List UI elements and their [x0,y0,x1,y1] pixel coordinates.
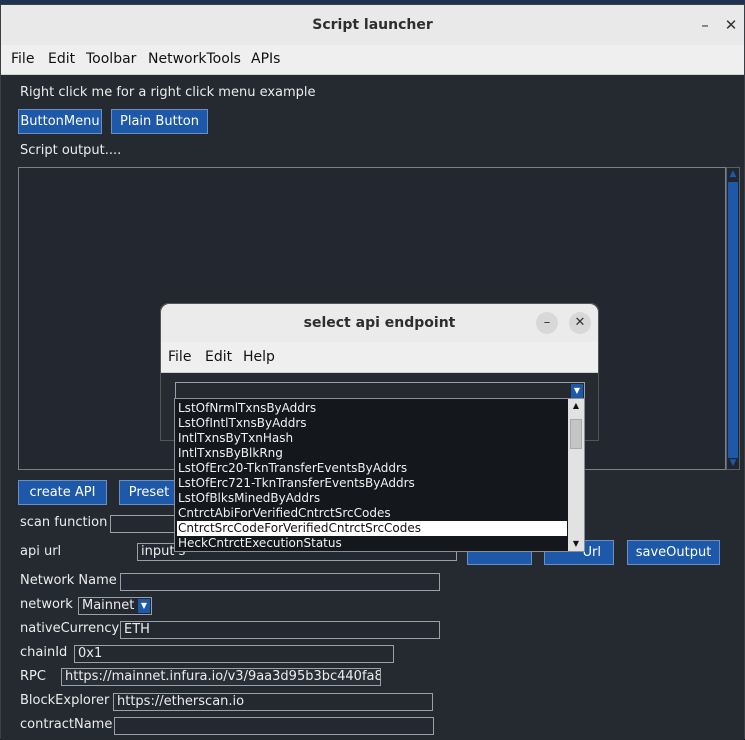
contract-name-label: contractName [20,717,113,732]
rpc-input[interactable]: https://mainnet.infura.io/v3/9aa3d95b3bc… [61,668,381,686]
dialog-minimize-icon[interactable]: – [536,312,558,334]
network-select[interactable]: Mainnet ▼ [78,597,152,615]
rpc-label: RPC [20,669,46,684]
output-scrollbar[interactable]: ▲ ▼ [726,167,740,470]
menu-networktools[interactable]: NetworkTools [148,51,241,67]
dialog-title: select api endpoint [303,315,456,331]
chevron-down-icon[interactable]: ▼ [138,599,150,613]
scan-function-label: scan function [20,515,108,530]
close-icon[interactable]: ✕ [721,15,741,35]
dropdown-scrollbar[interactable]: ▲ ▼ [568,399,584,551]
dropdown-scroll-up-icon[interactable]: ▲ [570,400,582,412]
window-title: Script launcher [312,17,433,33]
button-menu-button[interactable]: ButtonMenu [18,109,102,134]
scroll-up-icon[interactable]: ▲ [727,168,739,180]
network-select-value: Mainnet [82,598,135,613]
menu-apis[interactable]: APIs [251,51,280,67]
block-explorer-input[interactable]: https://etherscan.io [113,693,433,711]
dialog-menu-edit[interactable]: Edit [205,349,232,365]
chain-id-input[interactable]: 0x1 [74,645,394,663]
chain-id-label: chainId [20,645,68,660]
network-name-label: Network Name [20,573,117,588]
network-label: network [20,597,73,612]
right-click-hint[interactable]: Right click me for a right click menu ex… [20,85,316,100]
scroll-down-icon[interactable]: ▼ [727,457,739,469]
preset-button[interactable]: Preset [119,480,179,505]
dropdown-scroll-thumb[interactable] [570,419,582,449]
dropdown-option[interactable]: LstOfNrmlTxnsByAddrs [177,401,567,416]
dropdown-option[interactable]: CntrctSrcCodeForVerifiedCntrctSrcCodes [177,521,567,536]
plain-button[interactable]: Plain Button [111,109,208,134]
combobox-chevron-down-icon[interactable]: ▼ [571,384,583,398]
contract-name-input[interactable] [114,717,434,735]
api-endpoint-dropdown-list[interactable]: LstOfNrmlTxnsByAddrs LstOfIntlTxnsByAddrs… [174,398,585,552]
scan-function-input[interactable] [110,515,180,533]
dropdown-option[interactable]: IntlTxnsByBlkRng [177,446,567,461]
menu-file[interactable]: File [11,51,34,67]
dropdown-option[interactable]: LstOfIntlTxnsByAddrs [177,416,567,431]
block-explorer-label: BlockExplorer [20,693,110,708]
dialog-menu-help[interactable]: Help [243,349,275,365]
dropdown-option[interactable]: HeckCntrctExecutionStatus [177,536,567,551]
menu-edit[interactable]: Edit [48,51,75,67]
dropdown-option[interactable]: LstOfBlksMinedByAddrs [177,491,567,506]
dropdown-option[interactable]: IntlTxnsByTxnHash [177,431,567,446]
menubar: File Edit Toolbar NetworkTools APIs [1,45,744,75]
scroll-thumb[interactable] [728,182,738,458]
save-output-button[interactable]: saveOutput [627,540,720,565]
dialog-titlebar[interactable]: select api endpoint – ✕ [161,304,598,343]
dropdown-scroll-down-icon[interactable]: ▼ [570,538,582,550]
dialog-close-icon[interactable]: ✕ [569,312,591,334]
minimize-icon[interactable]: – [695,15,715,35]
dropdown-option[interactable]: LstOfErc20-TknTransferEventsByAddrs [177,461,567,476]
api-url-label: api url [20,544,62,559]
dialog-menubar: File Edit Help [161,342,598,373]
network-name-input[interactable] [120,573,440,591]
window-titlebar[interactable]: Script launcher – ✕ [1,5,744,46]
script-output-label: Script output.... [20,143,122,158]
dropdown-option[interactable]: CntrctAbiForVerifiedCntrctSrcCodes [177,506,567,521]
create-api-button[interactable]: create API [18,480,107,505]
menu-toolbar[interactable]: Toolbar [86,51,136,67]
dialog-menu-file[interactable]: File [168,349,191,365]
dropdown-option[interactable]: LstOfErc721-TknTransferEventsByAddrs [177,476,567,491]
native-currency-label: nativeCurrency [20,621,120,636]
native-currency-input[interactable]: ETH [120,621,440,639]
